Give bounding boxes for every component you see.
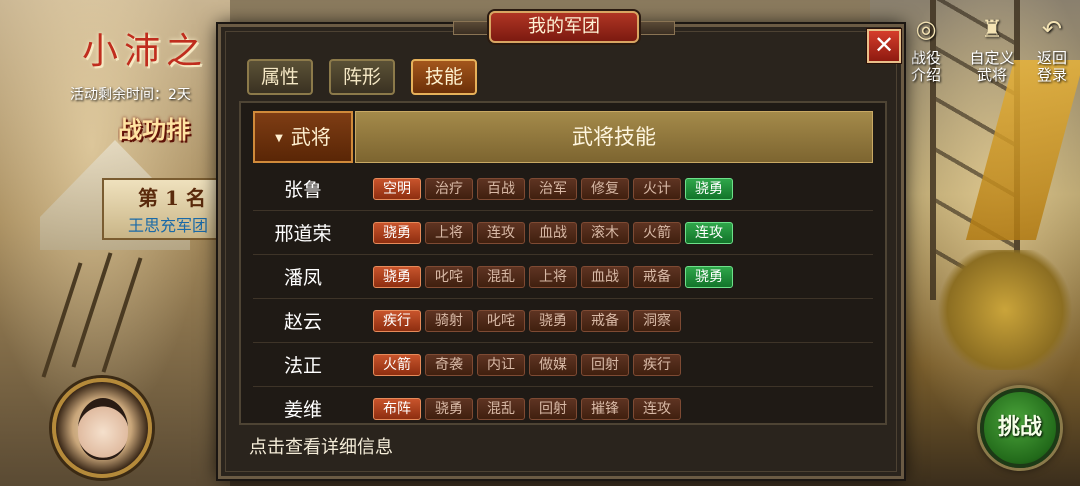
- my-legion-dialog: 我的军团 ✕ 属性 阵形 技能 ▼ 武将 武将技能 张鲁 空明 治疗 百战 治军 修复 火计骁…: [218, 11, 904, 479]
- table-row[interactable]: 张鲁 空明 治疗 百战 治军 修复 火计 骁勇: [253, 167, 873, 211]
- skill-badge[interactable]: 空明: [373, 177, 421, 200]
- sort-arrow-icon: ▼: [275, 132, 283, 144]
- skill-badge[interactable]: 叱咤: [425, 265, 473, 288]
- rank-team-name: 王思充军团: [128, 216, 209, 235]
- skill-list: 疾行 骑射 叱咤 骁勇 戒备 洞察: [373, 309, 681, 332]
- skill-badge[interactable]: 骁勇: [685, 177, 733, 200]
- skill-badge[interactable]: 治疗: [425, 177, 473, 200]
- event-title: 小沛之: [82, 31, 209, 72]
- skill-badge[interactable]: 骁勇: [529, 309, 577, 332]
- rank-title: 战功排: [118, 115, 190, 144]
- general-name: 法正: [283, 355, 322, 377]
- skill-badge[interactable]: 火计: [633, 177, 681, 200]
- custom-general-button[interactable]: ♜ 自定义 武将: [962, 10, 1022, 84]
- skill-badge[interactable]: 疾行: [633, 353, 681, 376]
- close-button[interactable]: ✕: [867, 29, 901, 63]
- skill-badge[interactable]: 疾行: [373, 309, 421, 332]
- return-login-button[interactable]: ↶ 返回 登录: [1022, 10, 1080, 84]
- skills-panel: ▼ 武将 武将技能 张鲁 空明 治疗 百战 治军 修复 火计 骁勇 邢道荣 骁勇 上将 连攻 血战 滚木 火箭…: [239, 101, 887, 425]
- spear-decoration: [101, 257, 143, 373]
- tab-bar: 属性 阵形 技能: [247, 59, 478, 95]
- skill-badge[interactable]: 血战: [529, 221, 577, 244]
- skill-badge[interactable]: 混乱: [477, 265, 525, 288]
- challenge-button[interactable]: 挑战: [980, 388, 1060, 468]
- skill-badge[interactable]: 戒备: [633, 265, 681, 288]
- general-sort-button[interactable]: ▼ 武将: [253, 111, 353, 163]
- skill-badge[interactable]: 回射: [529, 397, 577, 420]
- player-avatar[interactable]: [52, 378, 152, 478]
- skill-badge[interactable]: 血战: [581, 265, 629, 288]
- table-row[interactable]: 邢道荣 骁勇 上将 连攻 血战 滚木 火箭 连攻: [253, 211, 873, 255]
- tab-attributes[interactable]: 属性: [247, 59, 314, 95]
- skill-list: 空明 治疗 百战 治军 修复 火计 骁勇: [373, 177, 733, 200]
- title-wing-left: [453, 21, 493, 35]
- skill-badge[interactable]: 叱咤: [477, 309, 525, 332]
- skill-list: 火箭 奇袭 内讧 做媒 回射 疾行: [373, 353, 681, 376]
- table-row[interactable]: 赵云 疾行 骑射 叱咤 骁勇 戒备 洞察: [253, 299, 873, 343]
- general-name: 张鲁: [283, 179, 322, 201]
- skill-badge[interactable]: 百战: [477, 177, 525, 200]
- campaign-intro-label: 战役 介绍: [910, 49, 941, 84]
- skill-badge[interactable]: 火箭: [633, 221, 681, 244]
- skill-badge[interactable]: 骑射: [425, 309, 473, 332]
- tree-decoration: [930, 250, 1080, 370]
- return-login-label: 返回 登录: [1036, 49, 1067, 84]
- close-icon: ✕: [873, 31, 895, 59]
- skill-list: 骁勇 上将 连攻 血战 滚木 火箭 连攻: [373, 221, 733, 244]
- custom-general-label: 自定义 武将: [969, 49, 1015, 84]
- skill-badge[interactable]: 骁勇: [373, 265, 421, 288]
- skill-badge[interactable]: 火箭: [373, 353, 421, 376]
- general-icon: ♜: [981, 15, 1003, 43]
- skill-badge[interactable]: 戒备: [581, 309, 629, 332]
- skill-badge[interactable]: 奇袭: [425, 353, 473, 376]
- general-column-label: 武将: [290, 125, 331, 149]
- campaign-intro-button[interactable]: ◎ 战役 介绍: [896, 10, 956, 84]
- skill-badge[interactable]: 上将: [425, 221, 473, 244]
- detail-hint: 点击查看详细信息: [249, 437, 393, 458]
- table-row[interactable]: 姜维 布阵 骁勇 混乱 回射 摧锋 连攻: [253, 387, 873, 423]
- skills-column-header: 武将技能: [355, 111, 873, 163]
- dialog-title: 我的军团: [489, 11, 639, 43]
- skill-list: 骁勇 叱咤 混乱 上将 血战 戒备 骁勇: [373, 265, 733, 288]
- skill-badge[interactable]: 骁勇: [425, 397, 473, 420]
- skill-badge[interactable]: 上将: [529, 265, 577, 288]
- skill-badge[interactable]: 连攻: [633, 397, 681, 420]
- seal-icon: ◎: [915, 15, 937, 43]
- skill-badge[interactable]: 修复: [581, 177, 629, 200]
- general-name: 姜维: [283, 399, 322, 421]
- table-header: ▼ 武将 武将技能: [253, 111, 873, 163]
- skill-badge[interactable]: 摧锋: [581, 397, 629, 420]
- skill-list: 布阵 骁勇 混乱 回射 摧锋 连攻: [373, 397, 681, 420]
- skill-badge[interactable]: 内讧: [477, 353, 525, 376]
- skill-badge[interactable]: 回射: [581, 353, 629, 376]
- general-name: 邢道荣: [274, 223, 332, 245]
- skill-badge[interactable]: 骁勇: [373, 221, 421, 244]
- return-arrow-icon: ↶: [1041, 15, 1063, 43]
- rank-position: 第 1 名: [138, 186, 206, 210]
- general-name: 潘凤: [283, 267, 322, 289]
- event-time-remaining: 活动剩余时间：2天: [70, 87, 191, 103]
- tab-skills[interactable]: 技能: [411, 59, 478, 95]
- skill-badge[interactable]: 连攻: [685, 221, 733, 244]
- skill-badge[interactable]: 布阵: [373, 397, 421, 420]
- table-row[interactable]: 潘凤 骁勇 叱咤 混乱 上将 血战 戒备 骁勇: [253, 255, 873, 299]
- skill-badge[interactable]: 滚木: [581, 221, 629, 244]
- title-wing-right: [635, 21, 675, 35]
- skill-badge[interactable]: 治军: [529, 177, 577, 200]
- avatar-portrait: [78, 398, 128, 460]
- general-skill-list: 张鲁 空明 治疗 百战 治军 修复 火计 骁勇 邢道荣 骁勇 上将 连攻 血战 滚木 火箭 连攻 潘凤 骁勇 叱咤混…: [253, 167, 873, 423]
- skill-badge[interactable]: 骁勇: [685, 265, 733, 288]
- skill-badge[interactable]: 连攻: [477, 221, 525, 244]
- table-row[interactable]: 法正 火箭 奇袭 内讧 做媒 回射 疾行: [253, 343, 873, 387]
- skill-badge[interactable]: 洞察: [633, 309, 681, 332]
- general-name: 赵云: [283, 311, 322, 333]
- tab-formation[interactable]: 阵形: [329, 59, 396, 95]
- skill-badge[interactable]: 混乱: [477, 397, 525, 420]
- skill-badge[interactable]: 做媒: [529, 353, 577, 376]
